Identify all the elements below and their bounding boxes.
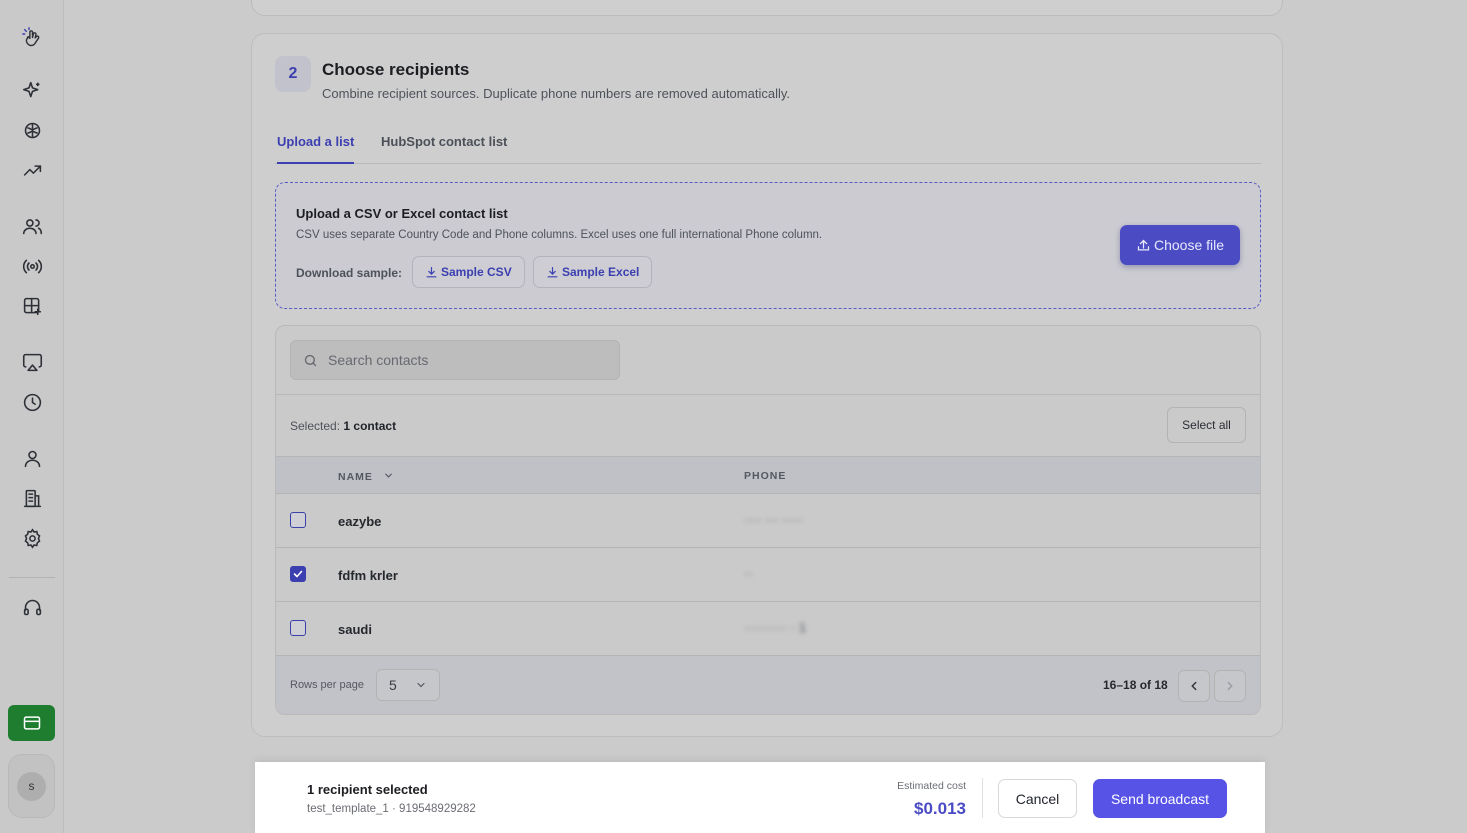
row-checkbox[interactable] [290, 512, 306, 528]
download-icon [426, 266, 437, 277]
credit-card-icon [23, 716, 40, 730]
check-icon [293, 570, 303, 578]
brain-icon[interactable] [19, 117, 45, 143]
chevron-down-icon [384, 473, 392, 478]
template-info: test_template_1 · 919548929282 [307, 803, 476, 815]
sample-excel-button[interactable]: Sample Excel [533, 256, 653, 288]
name-column-header[interactable]: NAME [338, 470, 394, 483]
select-all-button[interactable]: Select all [1167, 407, 1246, 443]
contact-name: eazybe [338, 514, 382, 529]
table-header: NAME PHONE [276, 456, 1260, 494]
divider [982, 778, 983, 818]
broadcast-summary-bar: 1 recipient selected test_template_1 · 9… [255, 762, 1265, 833]
previous-step-card [251, 0, 1283, 16]
choose-file-button[interactable]: Choose file [1120, 225, 1240, 265]
tab-upload-list[interactable]: Upload a list [277, 134, 355, 164]
clock-icon[interactable] [19, 389, 45, 415]
contacts-table-card: Selected: 1 contact Select all NAME PHON… [275, 325, 1261, 715]
estimated-cost-value: $0.013 [914, 799, 966, 818]
sparkle-icon[interactable] [19, 77, 45, 103]
upload-description: CSV uses separate Country Code and Phone… [296, 229, 823, 241]
contact-phone: ···· ··· ····· [744, 512, 804, 527]
row-checkbox[interactable] [290, 620, 306, 636]
previous-page-button[interactable] [1178, 670, 1210, 702]
upload-title: Upload a CSV or Excel contact list [296, 206, 508, 221]
send-broadcast-button[interactable]: Send broadcast [1093, 779, 1227, 818]
upload-icon [1137, 239, 1150, 250]
account-menu[interactable]: s [8, 754, 55, 818]
users-icon[interactable] [19, 213, 45, 239]
selected-prefix: Selected: [290, 419, 341, 433]
trending-icon[interactable] [19, 157, 45, 183]
contact-name: fdfm krler [338, 568, 398, 583]
card-subtitle: Combine recipient sources. Duplicate pho… [322, 86, 790, 101]
rows-per-page-value: 5 [389, 677, 397, 693]
table-footer: Rows per page 5 16–18 of 18 [276, 656, 1260, 714]
cast-icon[interactable] [19, 349, 45, 375]
sidebar-divider [9, 577, 55, 578]
broadcast-icon[interactable] [19, 253, 45, 279]
chevron-right-icon [1227, 681, 1233, 691]
phone-column-header: PHONE [744, 470, 787, 482]
estimated-cost-label: Estimated cost [897, 780, 966, 792]
headset-icon[interactable] [19, 594, 45, 620]
contact-name: saudi [338, 622, 372, 637]
contact-phone: ·· [744, 566, 753, 581]
choose-file-label: Choose file [1153, 237, 1225, 253]
download-sample-label: Download sample: [296, 266, 403, 280]
search-input[interactable] [328, 352, 608, 368]
next-page-button[interactable] [1214, 670, 1246, 702]
template-add-icon[interactable] [19, 293, 45, 319]
download-icon [547, 266, 558, 277]
selected-count: Selected: 1 contact [290, 419, 396, 433]
search-box [290, 340, 620, 380]
sample-excel-label: Sample Excel [562, 265, 640, 279]
sample-csv-label: Sample CSV [441, 265, 512, 279]
cancel-button[interactable]: Cancel [998, 779, 1077, 818]
table-row[interactable]: eazybe ···· ··· ····· [276, 494, 1260, 548]
chevron-down-icon [417, 682, 425, 688]
building-icon[interactable] [19, 485, 45, 511]
card-title: Choose recipients [322, 60, 470, 79]
search-icon [304, 354, 317, 366]
logo-icon[interactable] [19, 24, 45, 50]
divider [276, 394, 1260, 395]
user-icon[interactable] [19, 445, 45, 471]
choose-recipients-card: 2 Choose recipients Combine recipient so… [251, 33, 1283, 737]
name-column-label: NAME [338, 471, 373, 483]
gear-icon[interactable] [19, 525, 45, 551]
rows-per-page-select[interactable]: 5 [376, 669, 440, 701]
contact-phone: ·········· · 1 [744, 620, 807, 635]
recipient-source-tabs: Upload a list HubSpot contact list [275, 131, 1261, 164]
table-row[interactable]: fdfm krler ·· [276, 548, 1260, 602]
step-number-badge: 2 [275, 56, 311, 92]
chevron-left-icon [1191, 681, 1197, 691]
rows-per-page-label: Rows per page [290, 679, 364, 691]
billing-button[interactable] [8, 705, 55, 741]
avatar: s [17, 771, 46, 801]
recipients-selected: 1 recipient selected [307, 782, 428, 797]
row-checkbox[interactable] [290, 566, 306, 582]
upload-dropzone[interactable]: Upload a CSV or Excel contact list CSV u… [275, 182, 1261, 309]
selected-value: 1 contact [343, 419, 397, 433]
sample-csv-button[interactable]: Sample CSV [412, 256, 525, 288]
table-row[interactable]: saudi ·········· · 1 [276, 602, 1260, 656]
sidebar: s [0, 0, 64, 833]
pagination-range: 16–18 of 18 [1103, 678, 1168, 692]
tab-hubspot-contact-list[interactable]: HubSpot contact list [381, 134, 507, 164]
